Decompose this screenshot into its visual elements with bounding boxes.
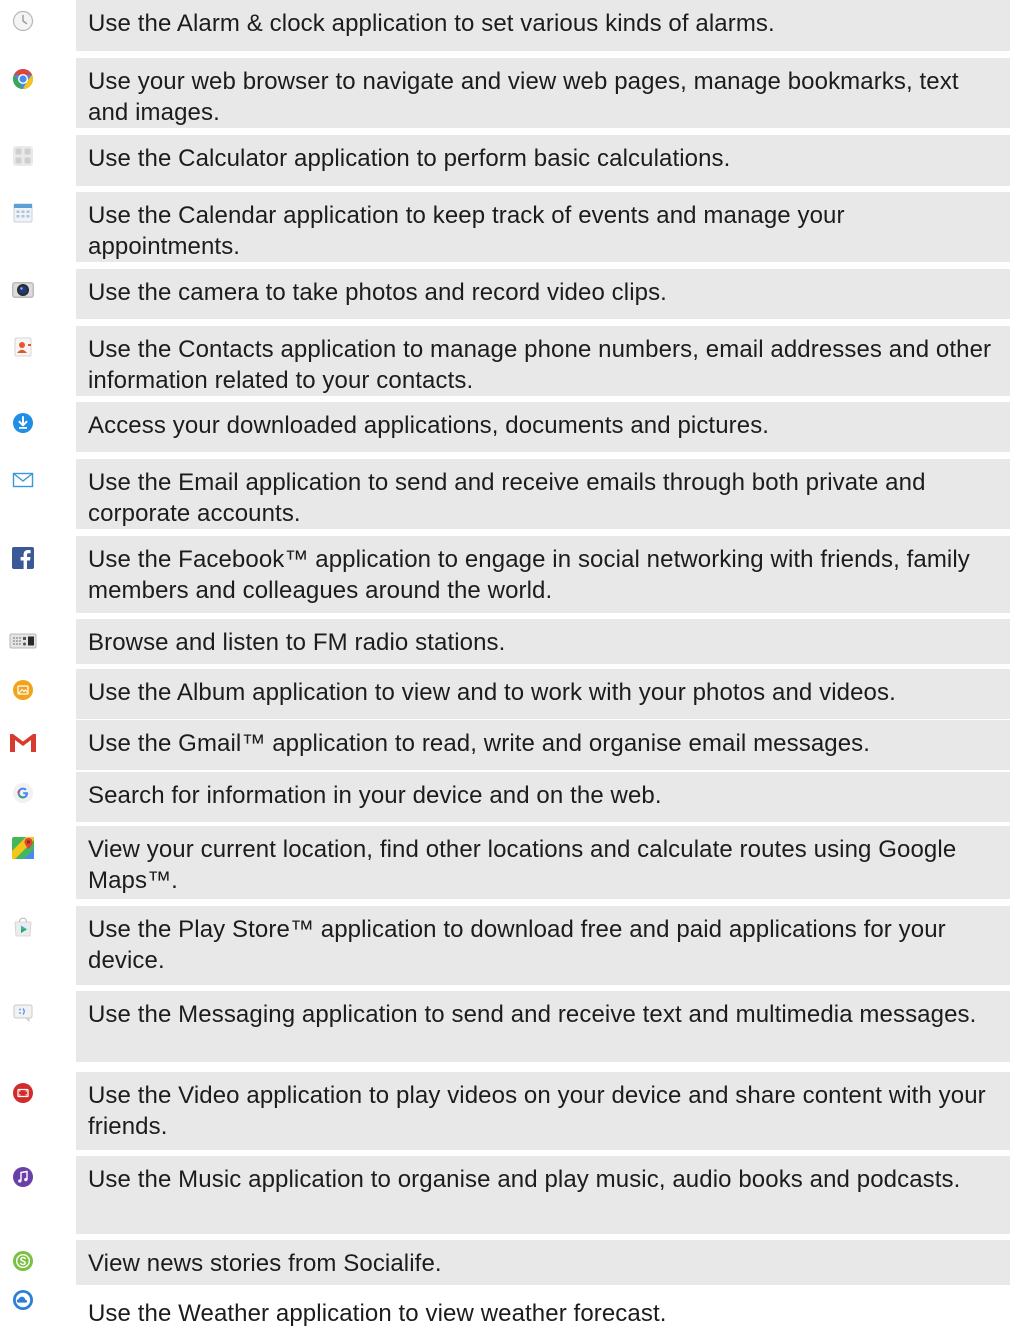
app-description: Use the Play Store™ application to downl… (76, 906, 1010, 985)
app-description: Search for information in your device an… (76, 772, 1010, 822)
list-item: Use the Alarm & clock application to set… (0, 0, 1010, 51)
music-icon (8, 1166, 38, 1196)
google-search-icon (8, 782, 38, 812)
app-description: View your current location, find other l… (76, 826, 1010, 899)
app-description: Use the camera to take photos and record… (76, 269, 1010, 319)
list-item: Use the Contacts application to manage p… (0, 326, 1010, 396)
camera-icon (8, 279, 38, 309)
app-description: Access your downloaded applications, doc… (76, 402, 1010, 452)
app-description: Use the Video application to play videos… (76, 1072, 1010, 1150)
list-item: View your current location, find other l… (0, 826, 1010, 899)
list-item: Use the Facebook™ application to engage … (0, 536, 1010, 613)
email-icon (8, 469, 38, 499)
weather-icon (8, 1289, 38, 1319)
list-item: Use the Email application to send and re… (0, 459, 1010, 529)
list-item: Use the Weather application to view weat… (0, 1289, 1010, 1327)
app-description: Browse and listen to FM radio stations. (76, 619, 1010, 664)
list-item: Search for information in your device an… (0, 772, 1010, 822)
app-description: View news stories from Socialife. (76, 1240, 1010, 1285)
calendar-icon (8, 202, 38, 232)
list-item: Use the camera to take photos and record… (0, 269, 1010, 319)
alarm-clock-icon (8, 10, 38, 40)
browser-icon (8, 68, 38, 98)
list-item: Use the Calculator application to perfor… (0, 135, 1010, 186)
maps-icon (8, 836, 38, 866)
downloads-icon (8, 412, 38, 442)
list-item: Use the Gmail™ application to read, writ… (0, 720, 1010, 770)
play-store-icon (8, 916, 38, 946)
list-item: Access your downloaded applications, doc… (0, 402, 1010, 452)
app-description: Use the Album application to view and to… (76, 669, 1010, 719)
app-description: Use the Facebook™ application to engage … (76, 536, 1010, 613)
gmail-icon (8, 730, 38, 760)
list-item: Use your web browser to navigate and vie… (0, 58, 1010, 128)
app-description: Use the Email application to send and re… (76, 459, 1010, 529)
list-item: Use the Calendar application to keep tra… (0, 192, 1010, 262)
messaging-icon (8, 1001, 38, 1031)
app-description: Use the Alarm & clock application to set… (76, 0, 1010, 51)
list-item: Use the Music application to organise an… (0, 1156, 1010, 1234)
app-description: Use your web browser to navigate and vie… (76, 58, 1010, 128)
app-description: Use the Calendar application to keep tra… (76, 192, 1010, 262)
list-item: Use the Play Store™ application to downl… (0, 906, 1010, 985)
app-description: Use the Calculator application to perfor… (76, 135, 1010, 186)
socialife-icon (8, 1250, 38, 1280)
fm-radio-icon (8, 629, 38, 659)
video-icon (8, 1082, 38, 1112)
album-icon (8, 679, 38, 709)
list-item: Use the Album application to view and to… (0, 669, 1010, 719)
list-item: Use the Video application to play videos… (0, 1072, 1010, 1150)
list-item: View news stories from Socialife. (0, 1240, 1010, 1285)
app-description: Use the Contacts application to manage p… (76, 326, 1010, 396)
calculator-icon (8, 145, 38, 175)
app-description: Use the Music application to organise an… (76, 1156, 1010, 1234)
app-description: Use the Messaging application to send an… (76, 991, 1010, 1062)
list-item: Browse and listen to FM radio stations. (0, 619, 1010, 664)
contacts-icon (8, 336, 38, 366)
list-item: Use the Messaging application to send an… (0, 991, 1010, 1062)
facebook-icon (8, 546, 38, 576)
app-description: Use the Gmail™ application to read, writ… (76, 720, 1010, 770)
app-description: Use the Weather application to view weat… (88, 1300, 667, 1327)
